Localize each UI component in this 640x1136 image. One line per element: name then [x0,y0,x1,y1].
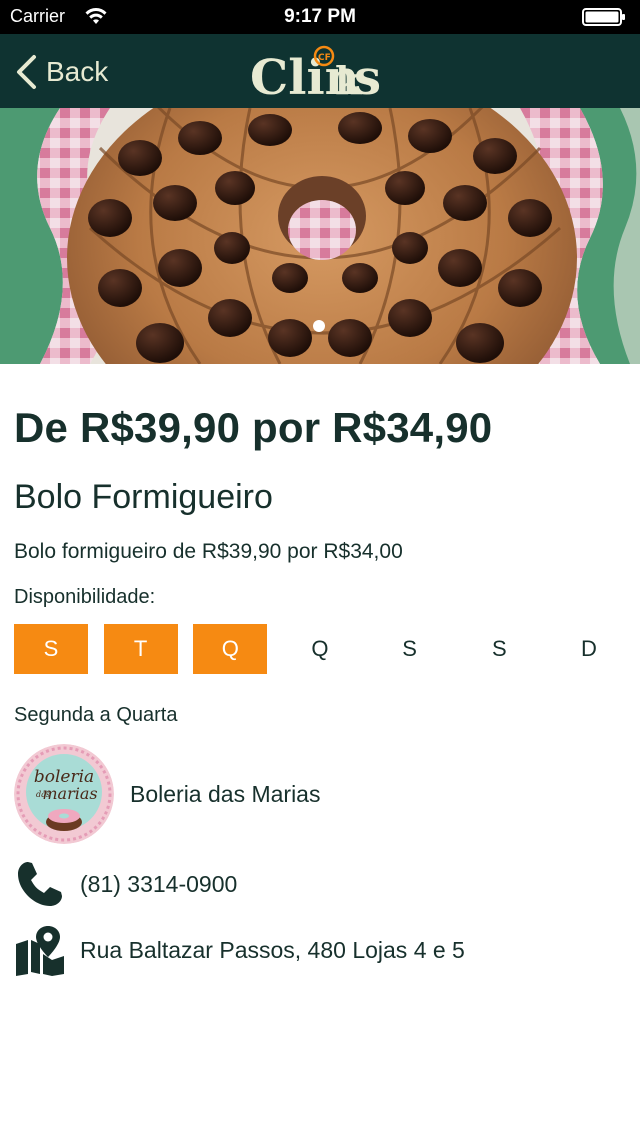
back-button[interactable]: Back [14,52,108,92]
product-price: De R$39,90 por R$34,90 [14,404,493,451]
store-name: Boleria das Marias [130,780,321,807]
address-link[interactable]: Rua Baltazar Passos, 480 Lojas 4 e 5 [14,924,465,976]
phone-link[interactable]: (81) 3314-0900 [14,858,237,910]
day-sunday: D [580,636,597,661]
availability-label: Disponibilidade: [14,586,156,608]
store-link[interactable]: boleria das marias Boleria das Marias [14,744,320,844]
address-text: Rua Baltazar Passos, 480 Lojas 4 e 5 [80,936,465,963]
map-pin-icon [14,924,66,976]
day-wednesday: Q [193,624,268,674]
battery-icon [582,8,625,26]
back-button-label: Back [46,56,109,87]
svg-text:k: k [335,58,362,102]
status-bar: Carrier 9:17 PM [0,0,640,34]
availability-days: S T Q Q S S D [14,624,626,674]
day-saturday: S [491,636,507,661]
phone-icon [14,858,66,910]
svg-text:CF: CF [318,53,331,63]
chevron-left-icon [17,55,36,89]
phone-number: (81) 3314-0900 [80,870,238,897]
availability-summary: Segunda a Quarta [14,704,178,726]
clinks-logo: Clin s k CF [250,45,381,102]
product-description: Bolo formigueiro de R$39,90 por R$34,00 [14,540,403,563]
store-logo: boleria das marias [14,744,114,844]
product-image-carousel[interactable] [0,108,640,364]
day-friday: S [402,636,417,661]
product-title: Bolo Formigueiro [14,478,273,516]
day-thursday: Q [311,636,329,661]
status-time: 9:17 PM [284,6,356,27]
day-monday: S [14,624,88,674]
navigation-bar: Back Clin s k CF [0,34,640,108]
svg-text:marias: marias [42,784,97,803]
day-tuesday: T [103,624,178,674]
carousel-page-indicator[interactable] [313,320,325,332]
